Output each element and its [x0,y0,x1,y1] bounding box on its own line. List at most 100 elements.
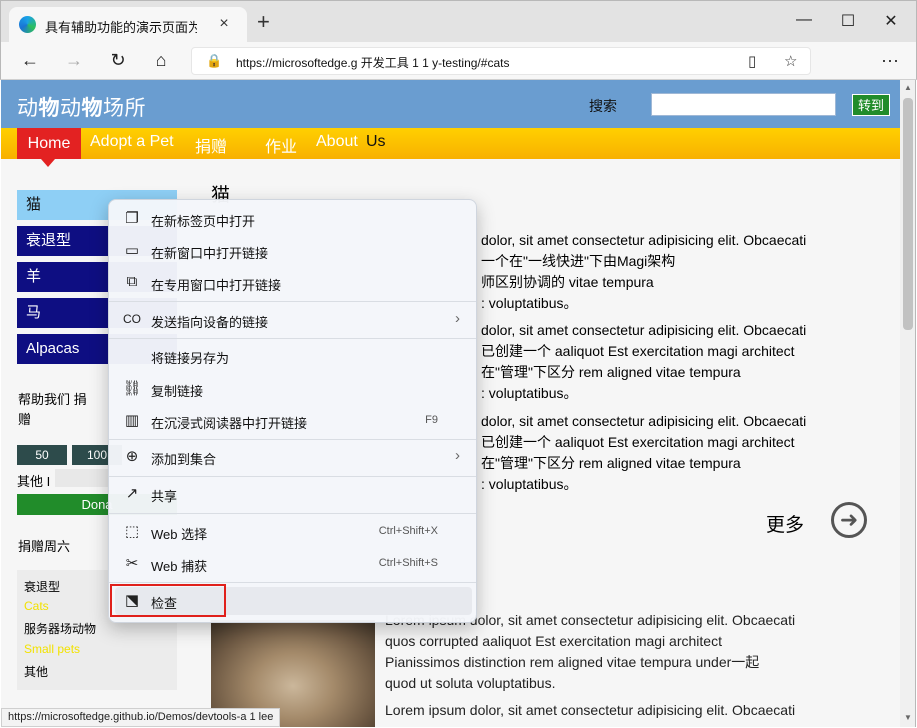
new-window-icon: ▭ [124,242,140,259]
menu-item-open-inprivate[interactable]: ⧉ 在专用窗口中打开链接 [115,269,472,297]
scroll-down-icon[interactable]: ▼ [904,713,912,722]
inprivate-window-icon: ⧉ [126,273,138,290]
menu-item-immersive-reader[interactable]: ▥ 在沉浸式阅读器中打开链接 F9 [115,407,472,435]
new-tab-button[interactable]: + [257,11,270,33]
menu-separator [109,439,476,440]
list-item[interactable]: 服务器场动物 [24,620,96,637]
lock-icon[interactable]: 🔒 [206,53,222,69]
shortcut-label: Ctrl+Shift+S [378,557,438,569]
search-label: 搜索 [589,98,617,114]
menu-item-add-to-collections[interactable]: ⊕ 添加到集合 › [115,443,472,471]
menu-separator [109,301,476,302]
menu-item-label: 在专用窗口中打开链接 [151,278,282,293]
nav-home-pointer [41,159,55,167]
home-icon[interactable]: ⌂ [150,50,172,71]
site-title[interactable]: 动物动物场所 [17,92,146,122]
url-field[interactable]: 🔒 https://microsoftedge.g 开发工具 1 1 y-tes… [191,47,811,75]
para-line: dolor, sit amet consectetur adipisicing … [481,322,807,338]
page-scrollbar[interactable]: ▲ ▼ [900,80,916,727]
para-line: 在"管理"下区分 rem aligned vitae tempura [481,455,741,471]
menu-item-open-new-window[interactable]: ▭ 在新窗口中打开链接 [115,237,472,265]
title-part: 物 [81,97,103,120]
menu-item-label: 复制链接 [151,384,204,399]
status-bar-url: https://microsoftedge.github.io/Demos/de… [1,708,281,727]
tab-title: 具有辅助功能的演示页面为 [45,20,197,35]
para-line: quos corrupted aaliquot Est exercitation… [385,633,722,649]
article-paragraph: Lorem ipsum dolor, sit amet consectetur … [385,700,795,721]
tab-close-icon[interactable]: × [215,15,233,33]
nav-donate[interactable]: 捐赠 [195,133,227,157]
title-part: 物 [38,97,60,120]
copy-link-icon: ⛓ [122,380,142,397]
scroll-up-icon[interactable]: ▲ [904,83,912,92]
para-line: : voluptatibus。 [481,295,578,311]
para-line: : voluptatibus。 [481,385,578,401]
menu-item-open-new-tab[interactable]: ❐ 在新标签页中打开 [115,205,472,233]
edge-favicon-icon [19,16,36,33]
shortcut-label: F9 [425,414,438,426]
list-item[interactable]: 衰退型 [24,578,60,595]
maximize-button[interactable]: ☐ [838,11,858,31]
menu-item-share[interactable]: ↗ 共享 [115,480,472,508]
forward-arrow-icon[interactable]: → [63,50,85,71]
para-line: 已创建一个 aaliquot Est exercitation magi arc… [481,434,795,450]
shortcut-label: Ctrl+Shift+X [378,525,438,537]
para-line: dolor, sit amet consectetur adipisicing … [481,232,807,248]
menu-item-label: Web 捕获 [151,559,208,574]
menu-separator [109,513,476,514]
share-icon: ↗ [125,485,139,502]
browser-tab[interactable]: 具有辅助功能的演示页面为 × [9,7,247,43]
menu-separator [109,476,476,477]
para-line: 一个在"一线快进"下由Magi架构 [481,253,676,269]
para-line: : voluptatibus。 [481,476,578,492]
menu-separator [109,338,476,339]
refresh-icon[interactable]: ↻ [107,50,129,71]
scroll-thumb[interactable] [903,98,913,330]
nav-adopt[interactable]: Adopt a Pet [90,133,174,151]
menu-item-save-link-as[interactable]: 将链接另存为 [115,342,472,370]
menu-item-copy-link[interactable]: ⛓ 复制链接 [115,375,472,403]
arrow-right-circle-icon[interactable]: ➜ [831,502,867,538]
menu-item-label: 添加到集合 [151,452,217,467]
list-item[interactable]: Cats [24,599,49,613]
go-button[interactable]: 转到 [852,94,891,116]
web-select-icon: ⬚ [124,523,140,540]
donate-50-button[interactable]: 50 [17,445,67,465]
nav-about[interactable]: About [316,133,358,151]
back-arrow-icon[interactable]: ← [19,50,41,71]
nav-jobs[interactable]: 作业 [265,133,297,157]
minimize-button[interactable]: — [794,11,814,29]
search-input[interactable] [651,93,836,116]
para-line: 师区别协调的 vitae tempura [481,274,654,290]
menu-item-web-capture[interactable]: ✂ Web 捕获 Ctrl+Shift+S [115,550,472,578]
main-nav: Home Adopt a Pet 捐赠 作业 About Us [1,128,900,159]
send-to-device-icon: CO [123,312,141,326]
para-line: 在"管理"下区分 rem aligned vitae tempura [481,364,741,380]
immersive-reader-toolbar-icon[interactable]: ▯ [748,52,756,70]
article-paragraph: dolor, sit amet consectetur adipisicing … [481,230,806,314]
more-menu-icon[interactable]: ··· [879,50,901,71]
chevron-right-icon: › [455,447,460,464]
close-window-button[interactable]: ✕ [881,11,901,31]
menu-separator [109,582,476,583]
nav-home[interactable]: Home [17,128,81,159]
menu-item-web-select[interactable]: ⬚ Web 选择 Ctrl+Shift+X [115,518,472,546]
inspect-highlight-box [110,584,226,617]
menu-item-label: 在新标签页中打开 [151,214,256,229]
menu-item-send-to-device[interactable]: CO 发送指向设备的链接 › [115,306,472,334]
para-line: 已创建一个 aaliquot Est exercitation magi arc… [481,343,795,359]
favorite-add-icon[interactable]: ☆ [784,52,797,70]
menu-item-label: Web 选择 [151,527,208,542]
title-part: 场所 [103,97,146,120]
list-item[interactable]: Small pets [24,642,80,656]
nav-us[interactable]: Us [366,133,386,151]
weekly-donation-heading: 捐赠周六 [18,539,71,554]
context-menu: ❐ 在新标签页中打开 ▭ 在新窗口中打开链接 ⧉ 在专用窗口中打开链接 CO 发… [108,199,477,623]
list-item[interactable]: 其他 [24,663,48,680]
title-part: 动 [17,97,39,120]
collections-icon: ⊕ [125,448,139,465]
more-link[interactable]: 更多 [766,510,804,537]
address-bar-row: ← → ↻ ⌂ 🔒 https://microsoftedge.g 开发工具 1… [0,42,917,80]
article-paragraph: dolor, sit amet consectetur adipisicing … [481,320,806,404]
para-line: dolor, sit amet consectetur adipisicing … [481,413,807,429]
